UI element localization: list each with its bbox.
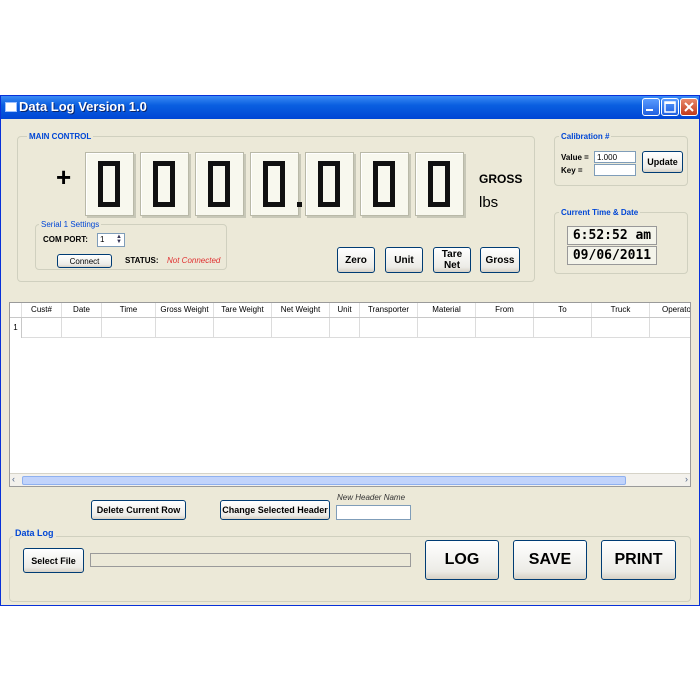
- update-button[interactable]: Update: [642, 151, 683, 173]
- calibration-key-field[interactable]: [594, 164, 636, 176]
- grid-cell[interactable]: [272, 318, 330, 338]
- scroll-right-icon[interactable]: ›: [685, 474, 688, 484]
- column-header[interactable]: Time: [102, 303, 156, 317]
- date-display: 09/06/2011: [567, 246, 657, 265]
- zero-button[interactable]: Zero: [337, 247, 375, 273]
- serial-settings-label: Serial 1 Settings: [39, 220, 102, 229]
- com-port-select[interactable]: 1 ▲ ▼: [97, 233, 125, 247]
- maximize-icon: [664, 101, 676, 113]
- print-button[interactable]: PRINT: [601, 540, 676, 580]
- com-port-label: COM PORT:: [43, 235, 88, 244]
- save-button[interactable]: SAVE: [513, 540, 587, 580]
- close-icon: [684, 102, 694, 112]
- grid-cell[interactable]: [476, 318, 534, 338]
- com-port-value: 1: [100, 235, 105, 244]
- column-header[interactable]: Operator: [650, 303, 690, 317]
- mode-indicator: GROSS: [479, 172, 523, 186]
- status-value: Not Connected: [167, 256, 221, 265]
- grid-cell[interactable]: [360, 318, 418, 338]
- connect-button[interactable]: Connect: [57, 254, 112, 268]
- data-log-group: [9, 536, 691, 602]
- row-header-corner: [10, 303, 22, 317]
- display-digit: 0: [360, 152, 409, 216]
- display-digit: 0: [250, 152, 299, 216]
- decimal-point: [297, 202, 302, 207]
- grid-cell[interactable]: [156, 318, 214, 338]
- data-grid[interactable]: Cust# Date Time Gross Weight Tare Weight…: [9, 302, 691, 487]
- display-digit: 0: [305, 152, 354, 216]
- calibration-value-label: Value =: [561, 153, 589, 162]
- window-title: Data Log Version 1.0: [19, 99, 147, 114]
- sign-indicator: +: [56, 162, 72, 192]
- column-header[interactable]: Gross Weight: [156, 303, 214, 317]
- display-digit: 0: [415, 152, 464, 216]
- tare-net-button[interactable]: Tare Net: [433, 247, 471, 273]
- gross-button[interactable]: Gross: [480, 247, 520, 273]
- new-header-name-label: New Header Name: [337, 493, 406, 502]
- grid-cell[interactable]: [534, 318, 592, 338]
- grid-cell[interactable]: [418, 318, 476, 338]
- minimize-button[interactable]: [642, 98, 660, 116]
- select-file-button[interactable]: Select File: [23, 548, 84, 573]
- column-header[interactable]: Tare Weight: [214, 303, 272, 317]
- delete-current-row-button[interactable]: Delete Current Row: [91, 500, 186, 520]
- column-header[interactable]: Cust#: [22, 303, 62, 317]
- grid-cell[interactable]: [62, 318, 102, 338]
- time-display: 6:52:52 am: [567, 226, 657, 245]
- file-path-field: [90, 553, 411, 567]
- change-selected-header-button[interactable]: Change Selected Header: [220, 500, 330, 520]
- grid-cell[interactable]: [214, 318, 272, 338]
- close-button[interactable]: [680, 98, 698, 116]
- main-control-label: MAIN CONTROL: [27, 132, 94, 141]
- display-digit: 0: [85, 152, 134, 216]
- display-digit: 0: [140, 152, 189, 216]
- grid-cell[interactable]: [330, 318, 360, 338]
- tare-net-line1: Tare: [441, 249, 463, 260]
- status-label: STATUS:: [125, 256, 159, 265]
- grid-cell[interactable]: [650, 318, 690, 338]
- scroll-left-icon[interactable]: ‹: [12, 474, 15, 484]
- calibration-value-field[interactable]: 1.000: [594, 151, 636, 163]
- column-header[interactable]: Date: [62, 303, 102, 317]
- app-icon: [5, 102, 17, 112]
- horizontal-scrollbar[interactable]: ‹ ›: [10, 473, 690, 486]
- new-header-name-input[interactable]: [336, 505, 411, 520]
- log-button[interactable]: LOG: [425, 540, 499, 580]
- column-header[interactable]: From: [476, 303, 534, 317]
- column-header[interactable]: Net Weight: [272, 303, 330, 317]
- grid-cell[interactable]: [22, 318, 62, 338]
- title-bar[interactable]: Data Log Version 1.0: [1, 96, 699, 119]
- spinner-arrows-icon[interactable]: ▲ ▼: [115, 234, 123, 245]
- unit-indicator: lbs: [479, 194, 499, 211]
- grid-cell[interactable]: [102, 318, 156, 338]
- app-window: Data Log Version 1.0 MAIN CONTROL + 0 0 …: [0, 95, 700, 606]
- scrollbar-thumb[interactable]: [22, 476, 626, 485]
- grid-cell[interactable]: [592, 318, 650, 338]
- calibration-key-label: Key =: [561, 166, 583, 175]
- unit-button[interactable]: Unit: [385, 247, 423, 273]
- row-number: 1: [10, 318, 22, 338]
- minimize-icon: [646, 109, 653, 111]
- column-header[interactable]: Truck: [592, 303, 650, 317]
- clock-label: Current Time & Date: [559, 208, 641, 217]
- data-log-label: Data Log: [13, 528, 56, 538]
- maximize-button[interactable]: [661, 98, 679, 116]
- tare-net-line2: Net: [443, 260, 461, 271]
- display-digit: 0: [195, 152, 244, 216]
- column-header[interactable]: Transporter: [360, 303, 418, 317]
- calibration-label: Calibration #: [559, 132, 612, 141]
- column-header[interactable]: To: [534, 303, 592, 317]
- column-header[interactable]: Material: [418, 303, 476, 317]
- column-header[interactable]: Unit: [330, 303, 360, 317]
